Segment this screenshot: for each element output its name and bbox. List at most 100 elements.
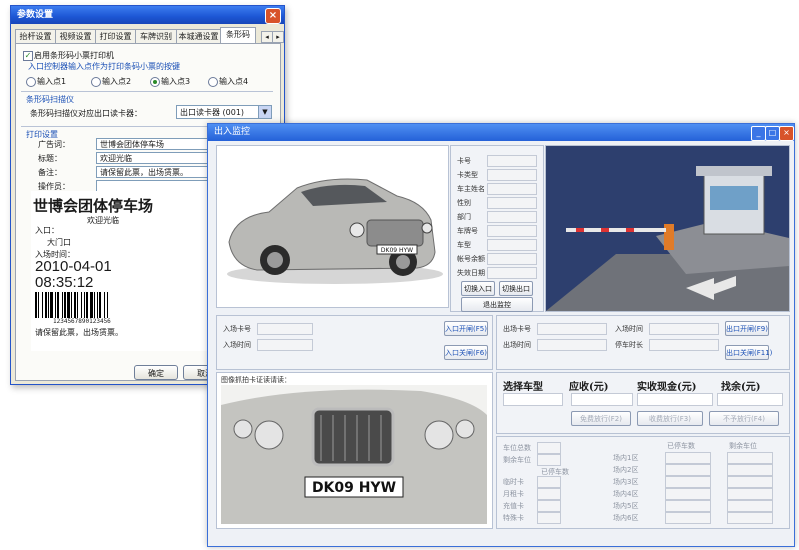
chevron-down-icon[interactable]: ▼ (258, 106, 271, 118)
info-input (487, 253, 537, 265)
stat-total-value (537, 442, 561, 454)
ticket-welcome: 欢迎光临 (87, 216, 119, 225)
input3-radio[interactable] (150, 77, 160, 87)
exit-open-button[interactable]: 出口开闸(F9) (725, 321, 769, 336)
monitor-title-bar[interactable]: 出入监控 _ □ × (208, 124, 794, 141)
info-input (487, 155, 537, 167)
exit-time-label: 出场时间 (503, 341, 531, 349)
area-3-label: 场内3区 (613, 478, 639, 486)
exit-card-label: 出场卡号 (503, 325, 531, 333)
capture-label: 图像抓拍卡证读请读： (221, 376, 291, 384)
card-monthly-value (537, 488, 561, 500)
info-input (487, 239, 537, 251)
settings-title: 参数设置 (17, 10, 54, 20)
area-2-parked (665, 464, 711, 476)
paid-release-button[interactable]: 收费放行(F3) (637, 411, 703, 426)
area-4-remaining (727, 488, 773, 500)
vehicle-type-select[interactable] (503, 393, 563, 406)
settings-close-button[interactable]: × (265, 8, 281, 24)
exit-time-input (537, 339, 607, 351)
entry-close-button[interactable]: 入口关闸(F6) (444, 345, 488, 360)
info-input (487, 197, 537, 209)
input1-label: 输入点1 (37, 77, 67, 86)
tab-barcode[interactable]: 条形码 (220, 27, 256, 44)
entry-prompt-label: 入口控制器输入点作为打印条码小票的按键 (28, 62, 180, 71)
entry-camera-view: DK09 HYW (216, 145, 449, 308)
area-1-label: 场内1区 (613, 454, 639, 462)
switch-exit-button[interactable]: 切换出口 (499, 281, 533, 296)
area-3-remaining (727, 476, 773, 488)
switch-entry-button[interactable]: 切换入口 (461, 281, 495, 296)
scanner-select[interactable]: 出口读卡器 (001) ▼ (176, 105, 272, 119)
scanner-section-label: 条形码扫描仪 (26, 95, 74, 104)
card-info-panel: 卡号 卡类型 车主姓名 性别 部门 车牌号 车型 帐号余额 失效日期 切换入口 … (450, 145, 544, 312)
tab-plate-recognition[interactable]: 车牌识别 (135, 29, 177, 43)
info-input (487, 183, 537, 195)
info-input (487, 225, 537, 237)
info-expiry: 失效日期 (457, 269, 485, 277)
capture-panel: 图像抓拍卡证读请读： DK09 HYW (216, 372, 493, 529)
monitor-title: 出入监控 (214, 127, 251, 137)
receivable-input[interactable] (571, 393, 633, 406)
cash-header: 实收现金(元) (637, 382, 697, 393)
close-button[interactable]: × (779, 126, 794, 141)
ticket-name: 世博会团体停车场 (33, 197, 154, 215)
maximize-button[interactable]: □ (765, 126, 780, 141)
area-remaining-header: 剩余车位 (729, 442, 757, 450)
stat-remaining-value (537, 454, 561, 466)
entry-card-input (257, 323, 313, 335)
ok-button[interactable]: 确定 (134, 365, 178, 380)
entry-open-button[interactable]: 入口开闸(F5) (444, 321, 488, 336)
minimize-button[interactable]: _ (751, 126, 766, 141)
input4-radio[interactable] (208, 77, 218, 87)
ticket-preview: 世博会团体停车场 欢迎光临 入口： 大门口 入场时间： 2010-04-01 0… (31, 191, 221, 351)
tab-video[interactable]: 视频设置 (55, 29, 96, 43)
area-6-label: 场内6区 (613, 514, 639, 522)
area-parked-header: 已停车数 (667, 442, 695, 450)
scanner-select-value: 出口读卡器 (001) (180, 108, 245, 117)
ticket-date: 2010-04-01 (35, 258, 112, 275)
info-department: 部门 (457, 213, 471, 221)
input2-label: 输入点2 (102, 77, 132, 86)
info-model: 车型 (457, 241, 471, 249)
card-monthly-label: 月租卡 (503, 490, 524, 498)
free-release-button[interactable]: 免费放行(F2) (571, 411, 631, 426)
tab-citycard[interactable]: 本城通设置 (176, 29, 221, 43)
enable-printer-label: 启用条形码小票打印机 (34, 51, 114, 60)
area-3-parked (665, 476, 711, 488)
exit-close-button[interactable]: 出口关闸(F11) (725, 345, 772, 360)
change-header: 找余(元) (721, 382, 761, 393)
receivable-header: 应收(元) (569, 382, 609, 393)
settings-title-bar[interactable]: 参数设置 × (11, 6, 284, 24)
area-4-label: 场内4区 (613, 490, 639, 498)
info-input (487, 169, 537, 181)
car-front-image: DK09 HYW (221, 385, 487, 524)
area-6-remaining (727, 512, 773, 524)
tab-next-icon[interactable]: ▸ (272, 31, 284, 43)
input1-radio[interactable] (26, 77, 36, 87)
stay-duration-label: 停车时长 (615, 341, 643, 349)
info-card-type: 卡类型 (457, 171, 478, 179)
parking-stats-panel: 车位总数 剩余车位 已停车数 临时卡 月租卡 充值卡 特殊卡 已停车数 剩余车位… (496, 436, 790, 529)
scanner-label: 条形码扫描仪对应出口读卡器： (30, 109, 142, 118)
tab-print[interactable]: 打印设置 (95, 29, 136, 43)
input3-label: 输入点3 (161, 77, 191, 86)
ticket-barcode-digits: 1234567890123456 (53, 318, 111, 325)
info-plate: 车牌号 (457, 227, 478, 235)
gate-camera-view (545, 145, 790, 312)
card-prepaid-label: 充值卡 (503, 502, 524, 510)
car-image: DK09 HYW (227, 178, 443, 284)
card-temp-label: 临时卡 (503, 478, 524, 486)
info-input (487, 211, 537, 223)
change-input[interactable] (717, 393, 783, 406)
exit-monitor-button[interactable]: 退出监控 (461, 297, 533, 312)
tab-lift[interactable]: 抬杆设置 (15, 29, 56, 43)
enable-printer-checkbox[interactable]: ✓ (23, 51, 33, 61)
cash-input[interactable] (637, 393, 713, 406)
note-label: 备注： (38, 168, 62, 177)
area-5-label: 场内5区 (613, 502, 639, 510)
input2-radio[interactable] (91, 77, 101, 87)
deny-release-button[interactable]: 不予放行(F4) (709, 411, 779, 426)
info-balance: 帐号余额 (457, 255, 485, 263)
area-6-parked (665, 512, 711, 524)
